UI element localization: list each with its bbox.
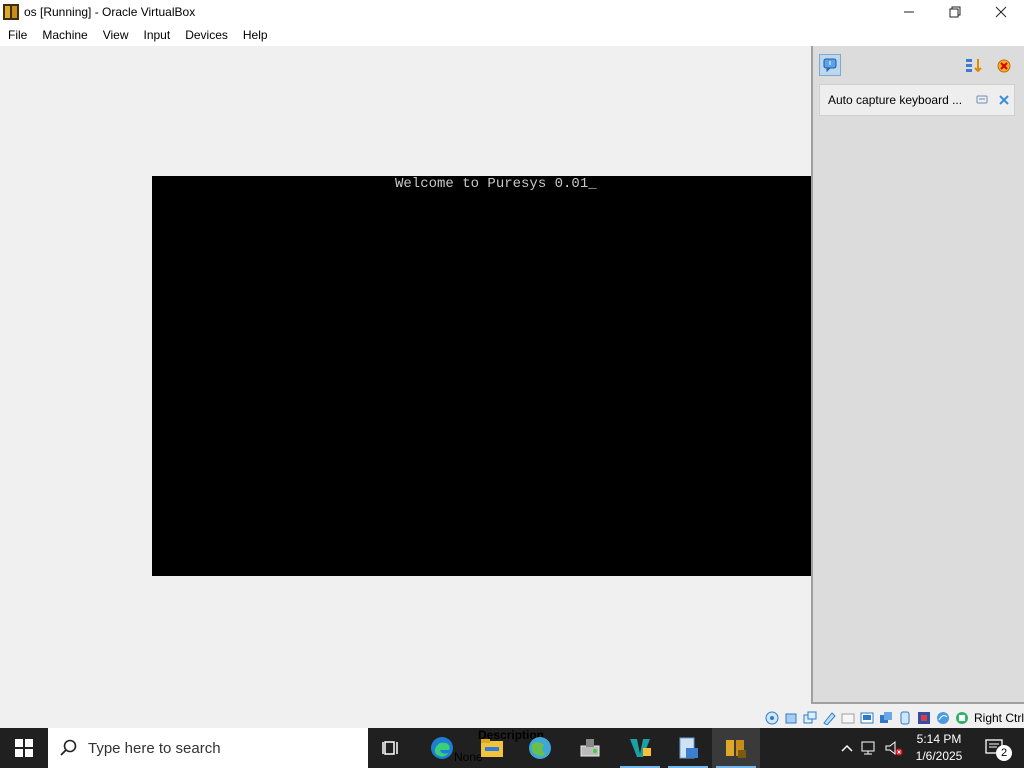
host-key-label: Right Ctrl bbox=[973, 711, 1024, 725]
vm-status-bar: Right Ctrl bbox=[0, 708, 1024, 728]
windows-logo-icon bbox=[15, 739, 33, 757]
close-all-icon bbox=[997, 59, 1011, 73]
clock-date: 1/6/2025 bbox=[915, 749, 963, 763]
dismiss-notification-button[interactable] bbox=[996, 92, 1012, 108]
network-icon bbox=[861, 741, 875, 755]
close-icon bbox=[995, 6, 1007, 17]
taskbar-file-explorer[interactable] bbox=[468, 728, 516, 768]
minimize-icon bbox=[904, 11, 914, 12]
notification-count-badge: 2 bbox=[996, 745, 1012, 761]
taskbar-app-installer[interactable] bbox=[566, 728, 614, 768]
optical-drive-icon[interactable] bbox=[783, 710, 799, 726]
show-hidden-icons-button[interactable] bbox=[836, 744, 858, 752]
restore-icon bbox=[949, 6, 961, 17]
display-icon[interactable] bbox=[878, 710, 894, 726]
installer-icon bbox=[580, 739, 600, 757]
title-bar: os [Running] - Oracle VirtualBox bbox=[0, 0, 1024, 23]
menu-bar: File Machine View Input Devices Help bbox=[0, 23, 1024, 46]
menu-input[interactable]: Input bbox=[138, 28, 177, 42]
usb-icon[interactable] bbox=[840, 710, 856, 726]
system-tray bbox=[836, 728, 906, 768]
processor-icon[interactable] bbox=[916, 710, 932, 726]
virtualbox-icon bbox=[3, 3, 19, 20]
sort-notifications-button[interactable] bbox=[963, 54, 985, 76]
task-view-button[interactable] bbox=[368, 728, 416, 768]
menu-machine[interactable]: Machine bbox=[36, 28, 93, 42]
taskbar-search-box[interactable]: Type here to search bbox=[48, 728, 368, 768]
recording-icon[interactable] bbox=[897, 710, 913, 726]
vm-console-text: Welcome to Puresys 0.01_ bbox=[395, 176, 597, 192]
audio-icon[interactable] bbox=[802, 710, 818, 726]
minimize-button[interactable] bbox=[886, 0, 932, 23]
help-button[interactable] bbox=[974, 92, 990, 108]
menu-help[interactable]: Help bbox=[237, 28, 274, 42]
sort-icon bbox=[966, 59, 982, 73]
edge-icon bbox=[431, 737, 453, 759]
hard-disk-icon[interactable] bbox=[764, 710, 780, 726]
vm-screen[interactable]: Welcome to Puresys 0.01_ bbox=[152, 176, 872, 576]
globe-icon bbox=[529, 737, 551, 759]
restore-button[interactable] bbox=[932, 0, 978, 23]
document-icon bbox=[679, 737, 698, 759]
taskbar-app-globe[interactable] bbox=[516, 728, 564, 768]
menu-devices[interactable]: Devices bbox=[179, 28, 234, 42]
notification-message: Auto capture keyboard ... bbox=[828, 93, 963, 107]
speech-bubble-icon bbox=[823, 58, 837, 73]
action-center-button[interactable]: 2 bbox=[976, 728, 1016, 768]
start-button[interactable] bbox=[0, 728, 48, 768]
mouse-integration-icon[interactable] bbox=[954, 710, 970, 726]
chevron-up-icon bbox=[841, 744, 853, 752]
menu-file[interactable]: File bbox=[2, 28, 33, 42]
window-title: os [Running] - Oracle VirtualBox bbox=[24, 4, 196, 19]
search-placeholder: Type here to search bbox=[88, 739, 221, 757]
virtualbox-window: os [Running] - Oracle VirtualBox File Ma… bbox=[0, 0, 1024, 768]
search-icon bbox=[60, 739, 77, 756]
taskbar-virtualbox[interactable] bbox=[712, 728, 760, 768]
volume-tray-button[interactable] bbox=[882, 740, 906, 756]
help-icon bbox=[976, 95, 988, 104]
folder-icon bbox=[481, 739, 503, 757]
speaker-muted-icon bbox=[885, 740, 903, 756]
code-editor-icon bbox=[630, 739, 651, 757]
close-button[interactable] bbox=[978, 0, 1024, 23]
menu-view[interactable]: View bbox=[97, 28, 135, 42]
notification-item[interactable]: Auto capture keyboard ... bbox=[819, 84, 1015, 116]
taskbar-clock[interactable]: 5:14 PM 1/6/2025 bbox=[908, 731, 970, 765]
virtualbox-icon bbox=[726, 740, 746, 758]
acceleration-icon[interactable] bbox=[935, 710, 951, 726]
close-icon bbox=[999, 95, 1009, 105]
windows-taskbar: Type here to search Description None 5:1… bbox=[0, 728, 1024, 768]
shared-folders-icon[interactable] bbox=[859, 710, 875, 726]
clock-time: 5:14 PM bbox=[916, 732, 962, 746]
taskbar-app-notepad[interactable] bbox=[664, 728, 712, 768]
notification-center-panel: Auto capture keyboard ... bbox=[811, 46, 1024, 704]
vm-display-area[interactable]: Welcome to Puresys 0.01_ bbox=[0, 46, 872, 708]
notification-center-toggle[interactable] bbox=[819, 54, 841, 76]
window-controls bbox=[886, 0, 1024, 23]
close-all-notifications-button[interactable] bbox=[993, 54, 1015, 76]
taskbar-app-vs[interactable] bbox=[616, 728, 664, 768]
network-icon[interactable] bbox=[821, 710, 837, 726]
network-tray-button[interactable] bbox=[858, 740, 882, 756]
task-view-icon bbox=[382, 741, 398, 755]
